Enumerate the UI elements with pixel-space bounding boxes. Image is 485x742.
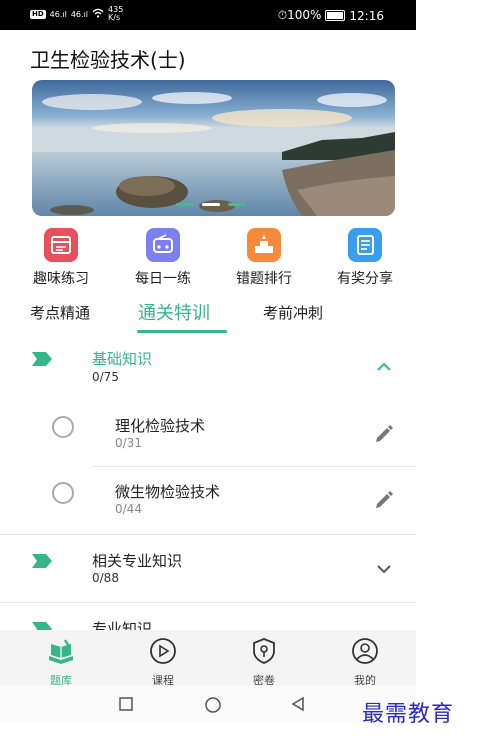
status-left: HD 46.ıl 46.ıl 435 K/s bbox=[30, 6, 123, 22]
alarm-battery-text: ⏱100% bbox=[277, 8, 322, 22]
page-title: 卫生检验技术(士) bbox=[30, 48, 186, 72]
quick-action-fun-practice[interactable]: 趣味练习 bbox=[26, 228, 96, 288]
quick-action-wrong-rank[interactable]: 错题排行 bbox=[229, 228, 299, 288]
status-right: ⏱100% 12:16 bbox=[278, 8, 384, 23]
bottom-nav: 题库 课程 密卷 我的 bbox=[0, 630, 416, 688]
section-title: 相关专业知识 bbox=[92, 552, 183, 570]
quick-action-label: 每日一练 bbox=[135, 271, 191, 287]
quick-action-label: 错题排行 bbox=[236, 271, 292, 287]
nav-question-bank[interactable]: 题库 bbox=[31, 636, 91, 688]
wifi-icon bbox=[92, 8, 104, 20]
divider bbox=[0, 602, 416, 603]
divider bbox=[92, 466, 416, 467]
section-title: 基础知识 bbox=[92, 350, 153, 368]
banner-carousel[interactable] bbox=[32, 80, 395, 216]
subitem-count: 0/31 bbox=[115, 436, 142, 450]
podium-icon bbox=[247, 228, 281, 262]
quick-action-share[interactable]: 有奖分享 bbox=[330, 228, 400, 288]
nav-secret-papers[interactable]: 密卷 bbox=[234, 636, 294, 688]
pencil-icon[interactable] bbox=[374, 423, 394, 443]
nav-courses[interactable]: 课程 bbox=[133, 636, 193, 688]
subitem-count: 0/44 bbox=[115, 502, 142, 516]
notebook-icon bbox=[348, 228, 382, 262]
net-speed: 435 K/s bbox=[108, 5, 124, 22]
banner-dot[interactable] bbox=[176, 203, 194, 206]
quick-action-daily[interactable]: 每日一练 bbox=[128, 228, 198, 288]
phone-screen: HD 46.ıl 46.ıl 435 K/s ⏱100% 12:16 卫生检验技… bbox=[0, 0, 416, 722]
flag-icon bbox=[32, 554, 52, 568]
divider bbox=[0, 534, 416, 535]
battery-icon bbox=[325, 10, 346, 21]
banner-dot[interactable] bbox=[228, 203, 246, 206]
subitem-title: 理化检验技术 bbox=[115, 417, 206, 435]
quick-action-label: 趣味练习 bbox=[33, 271, 89, 287]
banner-image bbox=[32, 80, 395, 216]
home-icon[interactable] bbox=[204, 696, 222, 714]
watermark-text: 最需教育 bbox=[362, 702, 455, 727]
tab-bar: 考点精通 通关特训 考前冲刺 bbox=[0, 296, 416, 336]
tab-key-points[interactable]: 考点精通 bbox=[30, 302, 90, 323]
back-icon[interactable] bbox=[290, 696, 306, 712]
user-circle-icon bbox=[352, 638, 378, 664]
banner-dot-active[interactable] bbox=[202, 203, 220, 206]
pencil-icon[interactable] bbox=[374, 489, 394, 509]
clock: 12:16 bbox=[349, 8, 384, 23]
status-circle-icon bbox=[52, 482, 74, 504]
chevron-up-icon[interactable] bbox=[376, 362, 392, 372]
section-count: 0/88 bbox=[92, 571, 119, 585]
status-circle-icon bbox=[52, 416, 74, 438]
subitem-title: 微生物检验技术 bbox=[115, 483, 221, 501]
section-count: 0/75 bbox=[92, 370, 119, 384]
books-icon bbox=[49, 639, 73, 664]
banner-indicator bbox=[176, 203, 246, 206]
flag-icon bbox=[32, 352, 52, 366]
nav-profile[interactable]: 我的 bbox=[335, 636, 395, 688]
calendar-list-icon bbox=[44, 228, 78, 262]
play-circle-icon bbox=[150, 638, 176, 664]
system-nav-bar bbox=[0, 685, 416, 722]
tab-final-sprint[interactable]: 考前冲刺 bbox=[263, 302, 323, 323]
hd-badge: HD bbox=[30, 9, 46, 19]
shield-lock-icon bbox=[253, 638, 275, 664]
quick-action-label: 有奖分享 bbox=[337, 271, 393, 287]
tab-special-training[interactable]: 通关特训 bbox=[138, 299, 210, 325]
signal-2: 46.ıl bbox=[70, 9, 89, 19]
radio-icon bbox=[146, 228, 180, 262]
chevron-down-icon[interactable] bbox=[376, 564, 392, 574]
recent-apps-icon[interactable] bbox=[118, 696, 134, 712]
tab-active-underline bbox=[137, 330, 227, 333]
signal-1: 46.ıl bbox=[49, 9, 67, 19]
status-bar: HD 46.ıl 46.ıl 435 K/s ⏱100% 12:16 bbox=[0, 0, 416, 30]
